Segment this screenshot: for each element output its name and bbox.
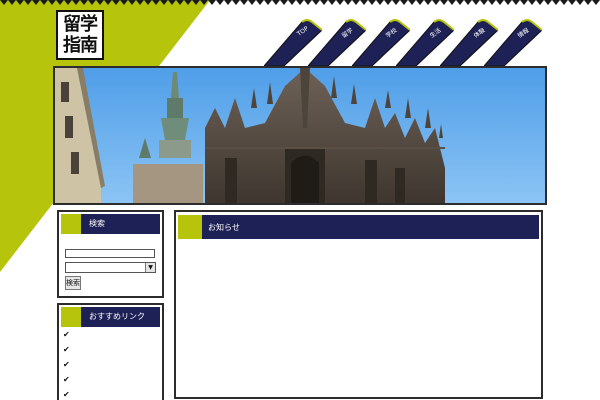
hero-banner: [53, 66, 547, 205]
main-panel-title: お知らせ: [208, 223, 240, 232]
site-logo[interactable]: 留学 指南: [56, 10, 104, 60]
search-panel: 検索 ▼ 検索: [57, 210, 164, 298]
links-panel: おすすめリンク ✔ ✔ ✔ ✔ ✔: [57, 303, 164, 400]
logo-line-2: 指南: [63, 35, 98, 56]
check-icon: ✔: [63, 330, 70, 339]
links-panel-title: おすすめリンク: [89, 312, 145, 321]
list-item[interactable]: ✔: [63, 344, 153, 356]
header-accent: [178, 215, 202, 239]
check-icon: ✔: [63, 390, 70, 399]
search-button[interactable]: 検索: [65, 276, 81, 290]
main-content-panel: お知らせ: [174, 210, 543, 399]
zigzag-top-border: [0, 0, 600, 6]
check-icon: ✔: [63, 360, 70, 369]
list-item[interactable]: ✔: [63, 359, 153, 371]
header-accent: [61, 214, 81, 234]
check-icon: ✔: [63, 375, 70, 384]
page: 留学 指南 TOP 留学 学校 生活 体験 情報 検索 ▼ 検索 おすすめリンク…: [0, 0, 600, 400]
cathedral-photo: [55, 68, 545, 203]
search-panel-header: 検索: [61, 214, 160, 234]
list-item[interactable]: ✔: [63, 374, 153, 386]
header-accent: [61, 307, 81, 327]
logo-line-1: 留学: [63, 14, 98, 35]
search-input[interactable]: [65, 249, 155, 258]
check-icon: ✔: [63, 345, 70, 354]
links-panel-header: おすすめリンク: [61, 307, 160, 327]
list-item[interactable]: ✔: [63, 389, 153, 400]
search-panel-title: 検索: [89, 219, 105, 228]
main-panel-header: お知らせ: [178, 215, 539, 239]
category-select[interactable]: ▼: [65, 262, 156, 273]
main-nav: TOP 留学 学校 生活 体験 情報: [264, 18, 544, 68]
chevron-down-icon[interactable]: ▼: [145, 263, 155, 272]
list-item[interactable]: ✔: [63, 329, 153, 341]
nav-tab-6[interactable]: 情報: [484, 18, 542, 66]
